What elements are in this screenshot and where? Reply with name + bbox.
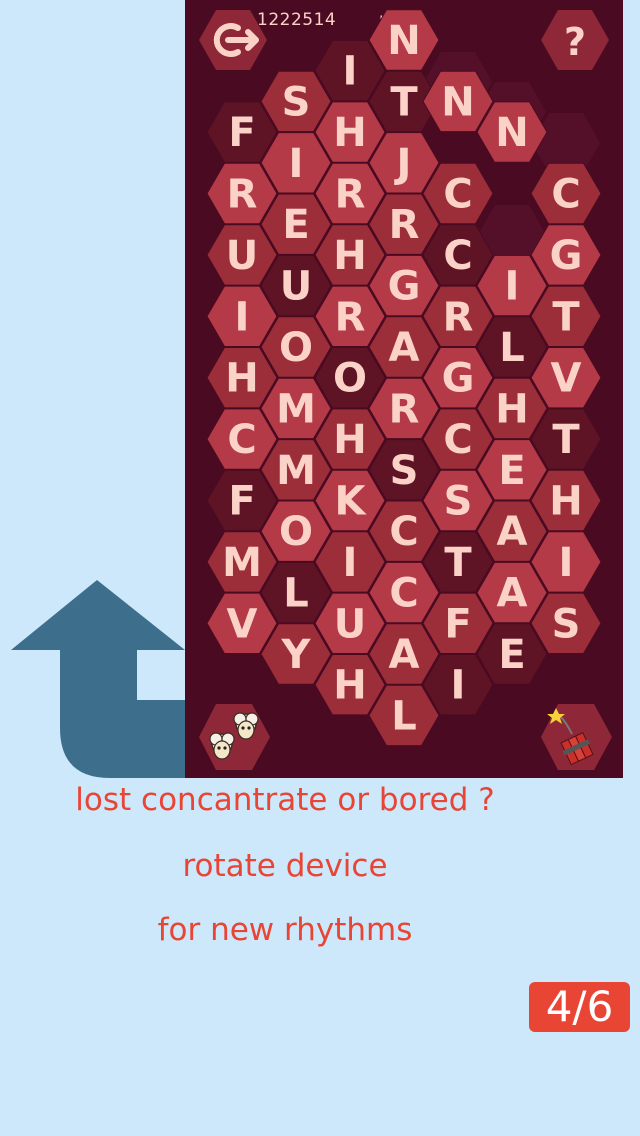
tile-letter: R (335, 172, 366, 218)
tile-letter: S (552, 601, 581, 647)
tile-letter: T (552, 417, 580, 463)
tile-letter: T (390, 79, 418, 125)
tile-letter: I (343, 49, 358, 95)
tile-letter: H (549, 479, 582, 525)
tile-letter: R (389, 202, 420, 248)
tile-letter: I (451, 663, 466, 709)
tile-letter: H (333, 663, 366, 709)
tile-letter: I (505, 264, 520, 310)
tile-letter: U (226, 233, 258, 279)
tile-letter: R (389, 386, 420, 432)
tile-letter: F (444, 601, 471, 647)
tile-letter: N (387, 18, 420, 64)
tile-letter: H (333, 417, 366, 463)
tile-letter: F (228, 479, 255, 525)
caption-line-1: lost concantrate or bored ? (75, 782, 495, 818)
tile-letter: T (444, 540, 472, 586)
tile-letter: G (388, 264, 421, 310)
tile-letter: C (389, 509, 418, 555)
tile-letter: H (333, 110, 366, 156)
tile-letter: N (441, 79, 474, 125)
tile-letter: L (283, 571, 309, 617)
tile-letter: A (389, 632, 420, 678)
tile-letter: M (276, 448, 316, 494)
tile-letter: C (389, 571, 418, 617)
tile-letter: L (391, 693, 417, 739)
tile-letter: C (443, 233, 472, 279)
tile-letter: A (389, 325, 420, 371)
tile-letter: J (394, 141, 412, 187)
tile-letter: Y (281, 632, 312, 678)
tile-letter: S (282, 79, 311, 125)
rotate-arrow-icon (11, 580, 185, 778)
tile-letter: I (235, 294, 250, 340)
tile-letter: C (443, 417, 472, 463)
question-mark-icon: ? (564, 20, 586, 64)
tile-letter: I (559, 540, 574, 586)
tile-letter: O (333, 356, 367, 402)
sheep-button[interactable] (198, 702, 272, 772)
tile-letter: A (497, 509, 528, 555)
caption-line-3: for new rhythms (157, 912, 413, 948)
tile-letter: R (443, 294, 474, 340)
tile-letter: V (551, 356, 582, 402)
page-indicator: 4/6 (529, 982, 630, 1032)
tile-letter: A (497, 571, 528, 617)
tile-letter: M (276, 386, 316, 432)
tile-letter: O (279, 509, 313, 555)
tile-letter: R (335, 294, 366, 340)
tile-letter: C (227, 417, 256, 463)
tile-letter: S (444, 479, 473, 525)
tile-letter: V (227, 601, 258, 647)
tile-letter: H (333, 233, 366, 279)
tile-letter: L (499, 325, 525, 371)
tile-letter: N (495, 110, 528, 156)
tile-letter: H (495, 386, 528, 432)
tile-letter: S (390, 448, 419, 494)
exit-button[interactable] (198, 8, 268, 72)
letter-tile[interactable]: C (530, 162, 602, 225)
tile-letter: O (279, 325, 313, 371)
tile-letter: C (443, 172, 472, 218)
tile-letter: U (280, 264, 312, 310)
caption-line-2: rotate device (182, 848, 388, 884)
help-button[interactable]: ? (540, 8, 610, 72)
tile-letter: G (550, 233, 583, 279)
tile-letter: I (289, 141, 304, 187)
tile-letter: C (551, 172, 580, 218)
tile-letter: F (228, 110, 255, 156)
tile-letter: E (282, 202, 309, 248)
tile-letter: K (335, 479, 368, 525)
tile-letter: I (343, 540, 358, 586)
tile-letter: U (334, 601, 366, 647)
tile-letter: E (498, 448, 525, 494)
tile-letter: R (227, 172, 258, 218)
tile-letter: G (442, 356, 475, 402)
tile-letter: M (222, 540, 262, 586)
tile-letter: E (498, 632, 525, 678)
dynamite-button[interactable] (540, 702, 614, 772)
tile-letter: T (552, 294, 580, 340)
tile-letter: H (225, 356, 258, 402)
